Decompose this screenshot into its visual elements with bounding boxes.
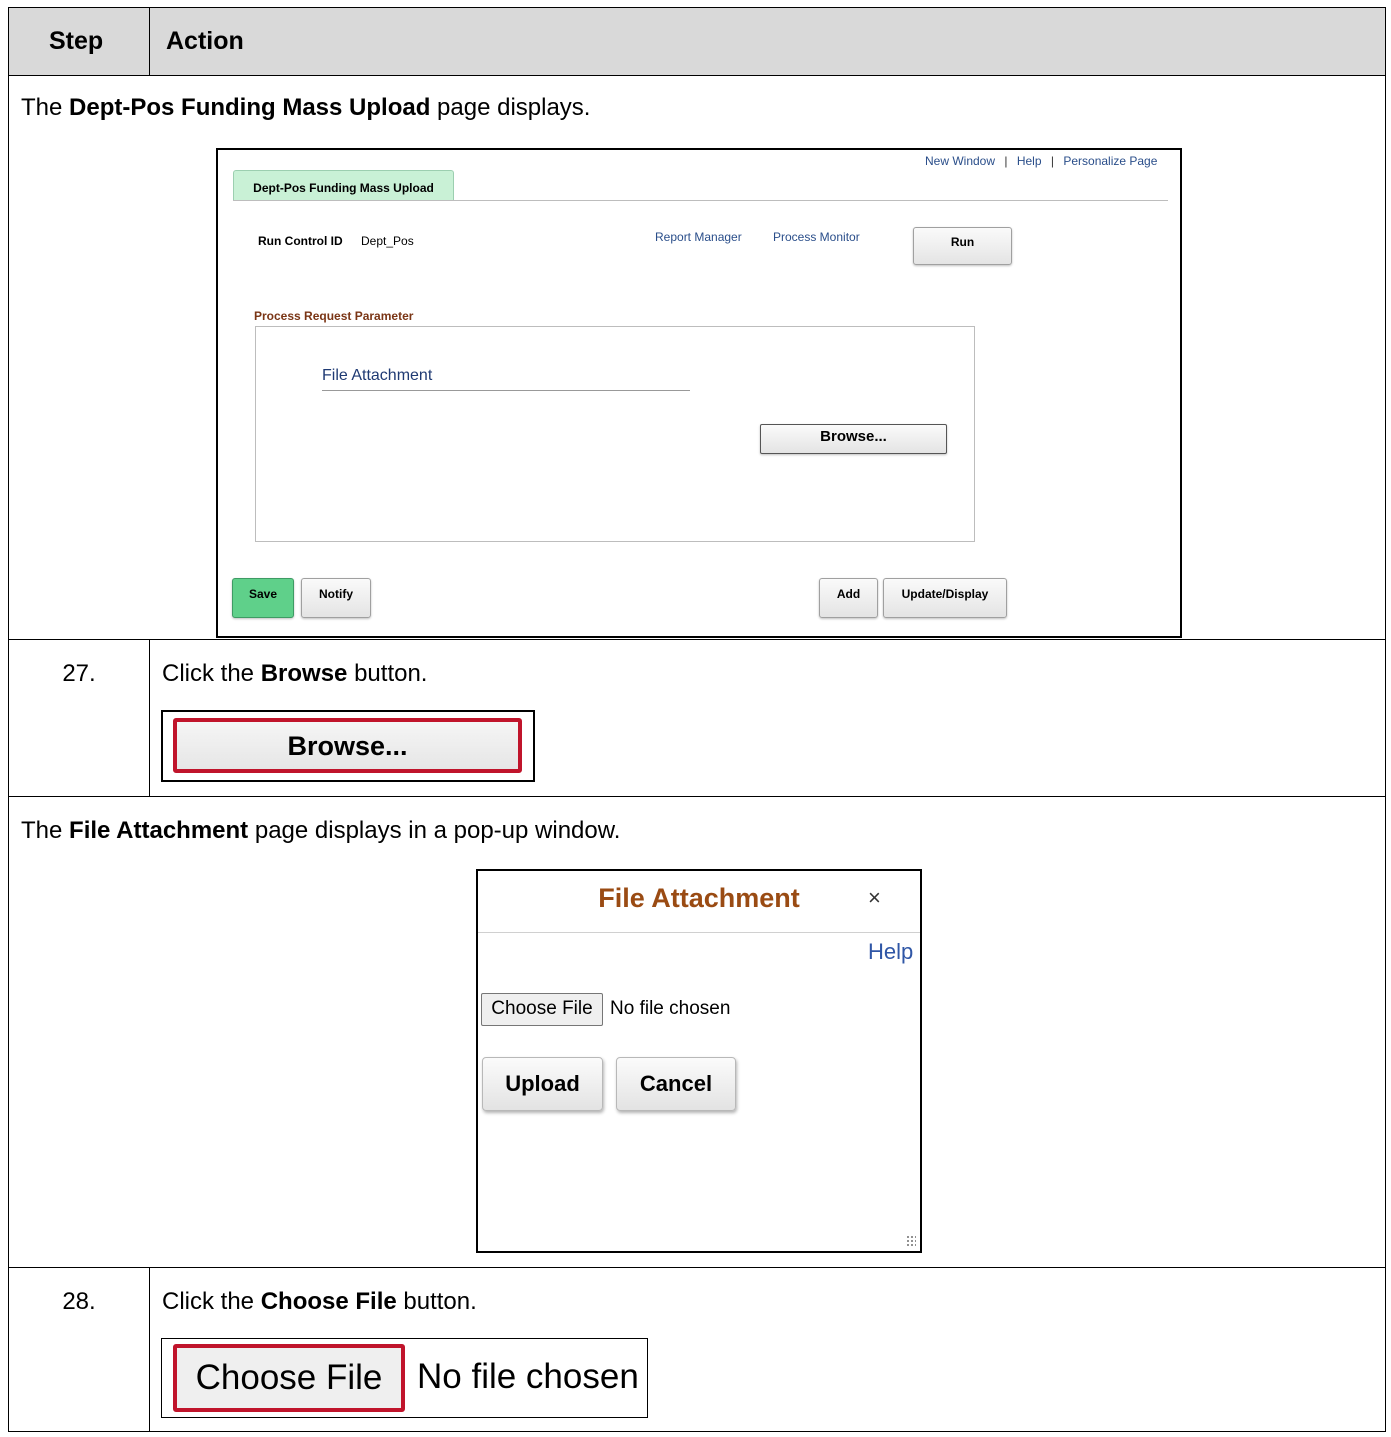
personalize-page-link[interactable]: Personalize Page [1063, 154, 1157, 168]
new-window-link[interactable]: New Window [925, 154, 995, 168]
dept-pos-screenshot: New Window | Help | Personalize Page Dep… [216, 148, 1182, 638]
tab-label: Dept-Pos Funding Mass Upload [253, 181, 434, 195]
process-request-group: File Attachment Browse... [255, 326, 975, 542]
help-link[interactable]: Help [1017, 154, 1042, 168]
choose-file-label: Choose File [491, 998, 593, 1019]
row2-action-cell: Click the Browse button. Browse... [149, 639, 1386, 797]
row3-prefix: The [21, 817, 70, 844]
row1-cell: The Dept-Pos Funding Mass Upload page di… [8, 75, 1386, 640]
procedure-table: Step Action The Dept-Pos Funding Mass Up… [8, 7, 1386, 1432]
table-row: 27. Click the Browse button. Browse... [8, 639, 1386, 797]
run-control-label: Run Control ID [258, 234, 343, 248]
report-manager-link[interactable]: Report Manager [655, 230, 742, 244]
cancel-label: Cancel [639, 1071, 713, 1096]
action-header-label: Action [166, 27, 244, 55]
choose-file-callout-frame: Choose File No file chosen [161, 1338, 648, 1418]
upload-label: Upload [505, 1071, 580, 1096]
add-button-label: Add [836, 587, 861, 601]
no-file-chosen-text: No file chosen [610, 998, 731, 1019]
browse-callout-frame: Browse... [161, 710, 535, 782]
row3-bold: File Attachment [69, 817, 249, 844]
table-row: The Dept-Pos Funding Mass Upload page di… [8, 75, 1386, 640]
row4-text: Click the Choose File button. [162, 1288, 477, 1316]
row1-text: The Dept-Pos Funding Mass Upload page di… [21, 94, 590, 122]
browse-callout-button[interactable]: Browse... [173, 718, 522, 773]
row4-action-cell: Click the Choose File button. Choose Fil… [149, 1267, 1386, 1432]
row2-text: Click the Browse button. [162, 660, 427, 688]
row1-bold: Dept-Pos Funding Mass Upload [69, 94, 431, 121]
resize-grip-icon[interactable] [906, 1235, 916, 1247]
file-attachment-underline [322, 390, 690, 391]
action-header: Action [149, 7, 1386, 76]
separator: | [1004, 154, 1008, 168]
run-button[interactable]: Run [913, 227, 1012, 265]
no-file-chosen-callout: No file chosen [417, 1357, 639, 1396]
file-attachment-label: File Attachment [322, 367, 433, 384]
process-monitor-link[interactable]: Process Monitor [773, 230, 860, 244]
popup-title: File Attachment [598, 883, 800, 913]
row3-cell: The File Attachment page displays in a p… [8, 796, 1386, 1268]
step-header-label: Step [49, 27, 104, 55]
save-button[interactable]: Save [232, 578, 294, 618]
tab-dept-pos[interactable]: Dept-Pos Funding Mass Upload [233, 170, 454, 201]
step-27: 27. [8, 639, 150, 797]
row3-suffix: page displays in a pop-up window. [248, 817, 621, 844]
row2-bold: Browse [260, 660, 348, 687]
table-row: 28. Click the Choose File button. Choose… [8, 1267, 1386, 1432]
choose-file-callout-label: Choose File [195, 1358, 383, 1397]
table-row: The File Attachment page displays in a p… [8, 796, 1386, 1268]
step-header: Step [8, 7, 150, 76]
row1-prefix: The [21, 94, 70, 121]
section-title: Process Request Parameter [254, 309, 414, 323]
row4-bold: Choose File [260, 1288, 397, 1315]
row4-prefix: Click the [162, 1288, 261, 1315]
row3-text: The File Attachment page displays in a p… [21, 817, 620, 845]
row1-suffix: page displays. [430, 94, 591, 121]
step-28: 28. [8, 1267, 150, 1432]
file-attachment-popup: File Attachment × Help Choose File No fi… [476, 869, 922, 1253]
add-button[interactable]: Add [819, 578, 878, 618]
separator: | [1050, 154, 1054, 168]
row2-suffix: button. [347, 660, 428, 687]
update-display-button[interactable]: Update/Display [883, 578, 1007, 618]
tab-divider [233, 200, 1168, 201]
browse-button[interactable]: Browse... [760, 424, 947, 454]
cancel-button[interactable]: Cancel [616, 1057, 736, 1111]
update-display-button-label: Update/Display [901, 587, 989, 601]
run-control-value: Dept_Pos [361, 234, 414, 248]
row2-prefix: Click the [162, 660, 261, 687]
upload-button[interactable]: Upload [482, 1057, 603, 1111]
save-button-label: Save [248, 587, 278, 601]
browse-callout-label: Browse... [287, 731, 408, 761]
run-button-label: Run [950, 235, 975, 249]
choose-file-callout-button[interactable]: Choose File [173, 1344, 405, 1412]
row4-suffix: button. [396, 1288, 477, 1315]
browse-button-label: Browse... [820, 428, 887, 445]
notify-button-label: Notify [319, 587, 353, 601]
choose-file-button[interactable]: Choose File [481, 993, 603, 1026]
notify-button[interactable]: Notify [301, 578, 371, 618]
table-header-row: Step Action [8, 7, 1386, 76]
top-links: New Window | Help | Personalize Page [925, 154, 1157, 168]
popup-header: File Attachment × [478, 871, 920, 933]
help-link[interactable]: Help [868, 939, 913, 965]
close-icon[interactable]: × [868, 885, 881, 911]
